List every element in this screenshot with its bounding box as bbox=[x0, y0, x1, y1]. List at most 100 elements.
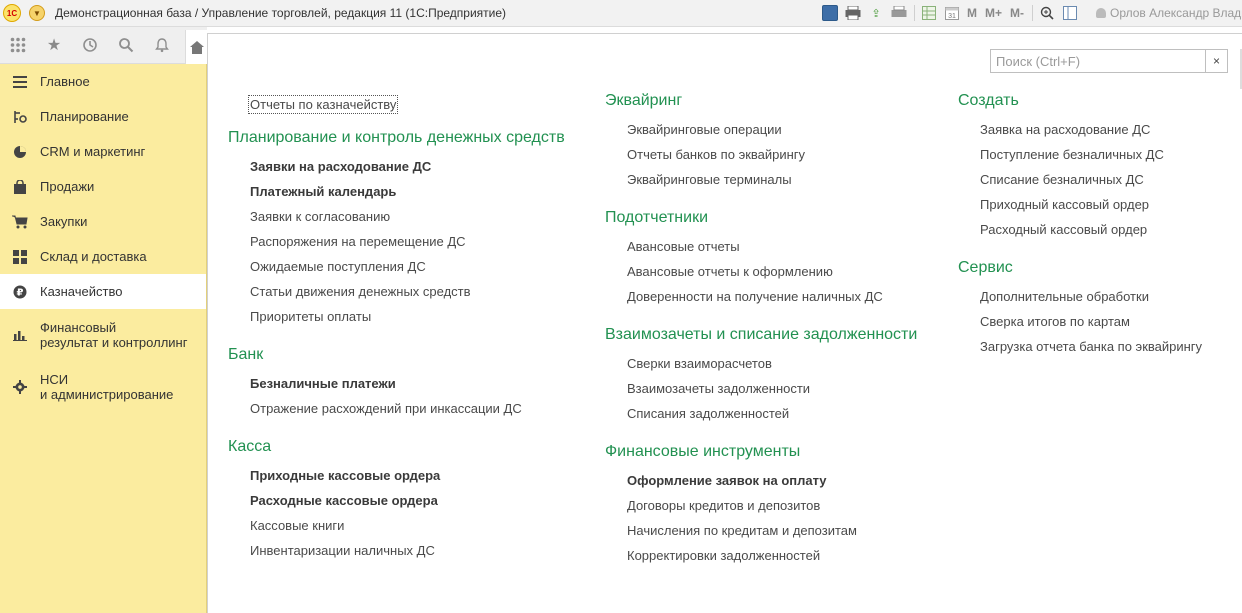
link-item[interactable]: Приходные кассовые ордера bbox=[228, 463, 565, 488]
svg-text:31: 31 bbox=[948, 13, 956, 20]
user-icon bbox=[1096, 8, 1106, 18]
link-item[interactable]: Загрузка отчета банка по эквайрингу bbox=[958, 334, 1202, 359]
link-item[interactable]: Заявки к согласованию bbox=[228, 204, 565, 229]
sidebar-item-label: Планирование bbox=[40, 109, 129, 124]
sidebar-item-treasury[interactable]: ₽ Казначейство bbox=[0, 274, 206, 309]
link-item[interactable]: Ожидаемые поступления ДС bbox=[228, 254, 565, 279]
current-user[interactable]: Орлов Александр Владим bbox=[1096, 6, 1242, 20]
link-item[interactable]: Заявка на расходование ДС bbox=[958, 117, 1202, 142]
print-preview-icon[interactable] bbox=[891, 5, 907, 21]
titlebar-toolbar: ⇪ 31 M M+ M- bbox=[822, 4, 1085, 22]
memory-plus-button[interactable]: M+ bbox=[985, 6, 1002, 20]
link-label: Отчеты по казначейству bbox=[247, 95, 399, 114]
calendar-icon[interactable]: 31 bbox=[944, 5, 960, 21]
sidebar-item-crm[interactable]: CRM и маркетинг bbox=[0, 134, 206, 169]
sidebar-item-admin[interactable]: НСИ и администрирование bbox=[0, 361, 206, 413]
link-item[interactable]: Эквайринговые операции bbox=[605, 117, 917, 142]
save-icon[interactable] bbox=[822, 5, 838, 21]
window-layout-icon[interactable] bbox=[1062, 5, 1078, 21]
link-item[interactable]: Сверки взаиморасчетов bbox=[605, 351, 917, 376]
sidebar-item-label-line2: и администрирование bbox=[40, 387, 174, 402]
sidebar-item-planning[interactable]: Планирование bbox=[0, 99, 206, 134]
link-item[interactable]: Распоряжения на перемещение ДС bbox=[228, 229, 565, 254]
group-title: Взаимозачеты и списание задолженности bbox=[605, 326, 918, 343]
search-input[interactable] bbox=[991, 50, 1205, 72]
sidebar-item-label-line1: Финансовый bbox=[40, 320, 117, 335]
link-item[interactable]: Поступление безналичных ДС bbox=[958, 142, 1202, 167]
link-item[interactable]: Взаимозачеты задолженности bbox=[605, 376, 917, 401]
history-icon[interactable] bbox=[72, 27, 108, 64]
link-item[interactable]: Авансовые отчеты bbox=[605, 234, 917, 259]
main-menu-button[interactable]: ▼ bbox=[29, 5, 45, 21]
link-item[interactable]: Дополнительные обработки bbox=[958, 284, 1202, 309]
search-icon[interactable] bbox=[108, 27, 144, 64]
memory-button[interactable]: M bbox=[967, 6, 977, 20]
group-title: Эквайринг bbox=[605, 92, 683, 109]
ruble-icon: ₽ bbox=[10, 284, 30, 300]
link-item[interactable]: Расходные кассовые ордера bbox=[228, 488, 565, 513]
gear-icon bbox=[10, 379, 30, 395]
sidebar-item-label: Казначейство bbox=[40, 284, 123, 299]
print-icon[interactable] bbox=[845, 5, 861, 21]
link-item[interactable]: Корректировки задолженностей bbox=[605, 543, 917, 568]
link-item[interactable]: Отчеты банков по эквайрингу bbox=[605, 142, 917, 167]
window-title: Демонстрационная база / Управление торго… bbox=[55, 6, 507, 20]
memory-minus-button[interactable]: M- bbox=[1010, 6, 1024, 20]
link-treasury-reports[interactable]: Отчеты по казначейству bbox=[228, 92, 565, 117]
1c-logo: 1С bbox=[3, 4, 21, 22]
sidebar-item-label: Главное bbox=[40, 74, 90, 89]
spreadsheet-icon[interactable] bbox=[921, 5, 937, 21]
link-item[interactable]: Эквайринговые терминалы bbox=[605, 167, 917, 192]
zoom-icon[interactable] bbox=[1039, 5, 1055, 21]
link-item[interactable]: Договоры кредитов и депозитов bbox=[605, 493, 917, 518]
sidebar-item-purchases[interactable]: Закупки bbox=[0, 204, 206, 239]
column-middle: Эквайринг Эквайринговые операции Отчеты … bbox=[605, 90, 917, 568]
link-item[interactable]: Приоритеты оплаты bbox=[228, 304, 565, 329]
link-item[interactable]: Статьи движения денежных средств bbox=[228, 279, 565, 304]
search-box: × bbox=[990, 49, 1228, 73]
link-item[interactable]: Инвентаризации наличных ДС bbox=[228, 538, 565, 563]
link-item[interactable]: Списания задолженностей bbox=[605, 401, 917, 426]
home-icon[interactable] bbox=[185, 30, 207, 64]
apps-grid-icon[interactable] bbox=[0, 27, 36, 64]
warehouse-icon bbox=[10, 249, 30, 265]
link-item[interactable]: Начисления по кредитам и депозитам bbox=[605, 518, 917, 543]
link-item[interactable]: Доверенности на получение наличных ДС bbox=[605, 284, 917, 309]
group-title: Банк bbox=[228, 346, 264, 363]
link-item[interactable]: Безналичные платежи bbox=[228, 371, 565, 396]
user-name: Орлов Александр Владим bbox=[1110, 6, 1242, 20]
svg-text:₽: ₽ bbox=[17, 287, 24, 298]
link-item[interactable]: Кассовые книги bbox=[228, 513, 565, 538]
group-title: Сервис bbox=[958, 259, 1013, 276]
bar-chart-icon bbox=[10, 327, 30, 343]
star-icon[interactable]: ★ bbox=[36, 27, 72, 64]
upload-icon[interactable]: ⇪ bbox=[868, 5, 884, 21]
sidebar-item-label-line2: результат и контроллинг bbox=[40, 335, 188, 350]
link-item[interactable]: Приходный кассовый ордер bbox=[958, 192, 1202, 217]
toolbar-divider bbox=[914, 5, 915, 21]
link-item[interactable]: Расходный кассовый ордер bbox=[958, 217, 1202, 242]
link-item[interactable]: Платежный календарь bbox=[228, 179, 565, 204]
link-item[interactable]: Авансовые отчеты к оформлению bbox=[605, 259, 917, 284]
link-item[interactable]: Сверка итогов по картам bbox=[958, 309, 1202, 334]
group-title: Планирование и контроль денежных средств bbox=[228, 129, 565, 146]
cart-icon bbox=[10, 214, 30, 230]
link-item[interactable]: Заявки на расходование ДС bbox=[228, 154, 565, 179]
bell-icon[interactable] bbox=[144, 27, 180, 64]
column-left: Отчеты по казначейству Планирование и ко… bbox=[228, 92, 565, 563]
sidebar-item-main[interactable]: Главное bbox=[0, 64, 206, 99]
section-content: × Отчеты по казначейству Планирование и … bbox=[207, 33, 1242, 613]
sidebar-item-finance[interactable]: Финансовый результат и контроллинг bbox=[0, 309, 206, 361]
sidebar-item-warehouse[interactable]: Склад и доставка bbox=[0, 239, 206, 274]
link-item[interactable]: Оформление заявок на оплату bbox=[605, 468, 917, 493]
menu-lines-icon bbox=[10, 74, 30, 90]
group-title: Финансовые инструменты bbox=[605, 443, 801, 460]
sidebar-item-sales[interactable]: Продажи bbox=[0, 169, 206, 204]
link-item[interactable]: Отражение расхождений при инкассации ДС bbox=[228, 396, 565, 421]
link-item[interactable]: Списание безналичных ДС bbox=[958, 167, 1202, 192]
sidebar-item-label: НСИ и администрирование bbox=[40, 372, 173, 402]
toolbar-divider bbox=[1032, 5, 1034, 21]
title-bar: 1С ▼ Демонстрационная база / Управление … bbox=[0, 0, 1242, 27]
panel-toolbar: ★ bbox=[0, 27, 207, 64]
close-icon[interactable]: × bbox=[1205, 50, 1227, 72]
